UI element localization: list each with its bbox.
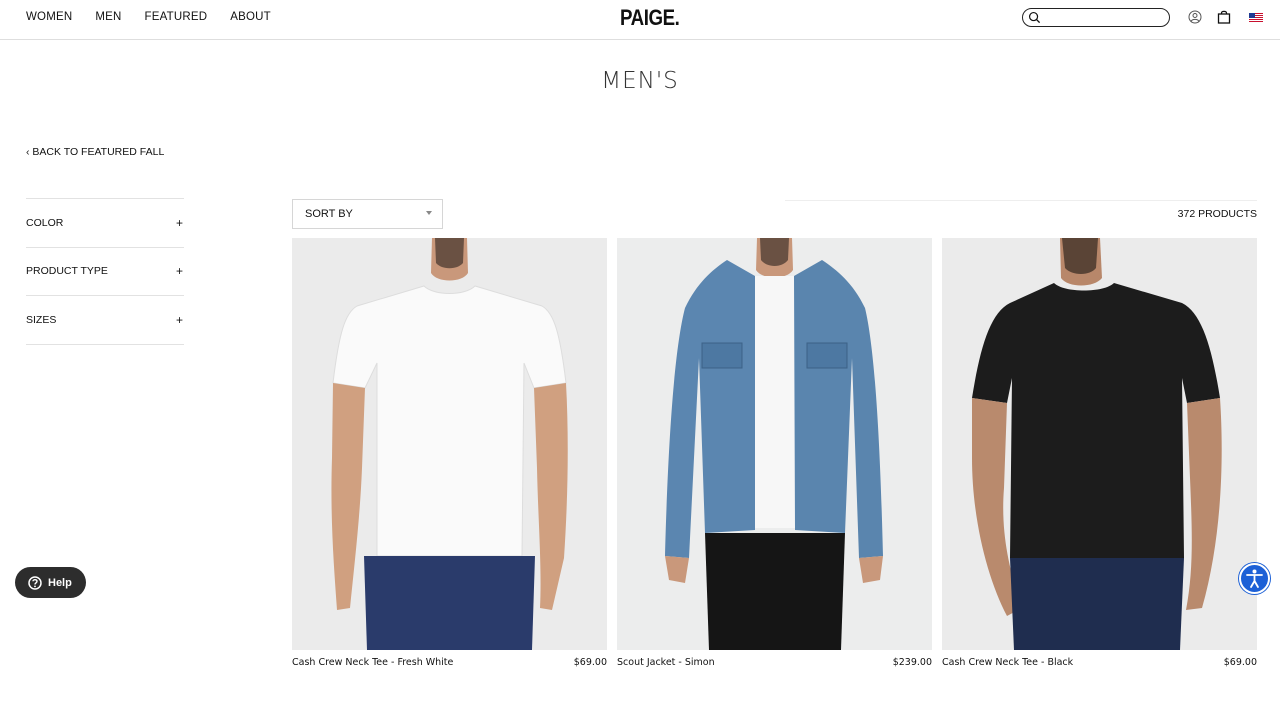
- product-card[interactable]: Scout Jacket - Simon $239.00: [617, 238, 932, 668]
- product-price: $239.00: [892, 657, 932, 668]
- product-name[interactable]: Cash Crew Neck Tee - Fresh White: [292, 657, 453, 668]
- accessibility-icon: [1246, 569, 1263, 588]
- search-input[interactable]: [1043, 10, 1163, 25]
- filter-label: COLOR: [26, 216, 64, 229]
- question-circle-icon: [28, 575, 42, 590]
- chevron-down-icon: [426, 211, 432, 215]
- divider: [785, 200, 1257, 201]
- product-count: 372 PRODUCTS: [1177, 208, 1257, 220]
- product-image[interactable]: [617, 238, 932, 650]
- nav-featured[interactable]: FEATURED: [145, 11, 208, 23]
- cart-icon[interactable]: [1217, 10, 1231, 24]
- accessibility-button[interactable]: [1239, 563, 1270, 594]
- help-label: Help: [48, 576, 72, 589]
- search-box[interactable]: [1022, 8, 1170, 27]
- site-header: WOMEN MEN FEATURED ABOUT PAIGE.: [0, 0, 1280, 40]
- nav-about[interactable]: ABOUT: [230, 11, 271, 23]
- us-flag-icon[interactable]: [1249, 13, 1263, 22]
- product-image[interactable]: [292, 238, 607, 650]
- filter-label: SIZES: [26, 313, 57, 326]
- product-name[interactable]: Scout Jacket - Simon: [617, 657, 715, 668]
- nav-women[interactable]: WOMEN: [26, 11, 72, 23]
- product-info: Scout Jacket - Simon $239.00: [617, 657, 932, 668]
- product-card[interactable]: Cash Crew Neck Tee - Black $69.00: [942, 238, 1257, 668]
- brand-logo[interactable]: PAIGE.: [620, 5, 680, 31]
- filter-label: PRODUCT TYPE: [26, 265, 108, 278]
- expand-plus-icon[interactable]: +: [176, 216, 183, 230]
- help-button[interactable]: Help: [15, 567, 86, 598]
- sort-label: SORT BY: [305, 208, 353, 220]
- account-icon[interactable]: [1188, 10, 1202, 24]
- filter-product-type[interactable]: PRODUCT TYPE +: [26, 248, 184, 296]
- product-info: Cash Crew Neck Tee - Black $69.00: [942, 657, 1257, 668]
- product-name[interactable]: Cash Crew Neck Tee - Black: [942, 657, 1073, 668]
- main-nav: WOMEN MEN FEATURED ABOUT: [26, 11, 294, 23]
- expand-plus-icon[interactable]: +: [176, 313, 183, 327]
- filter-sizes[interactable]: SIZES +: [26, 296, 184, 345]
- product-card[interactable]: Cash Crew Neck Tee - Fresh White $69.00: [292, 238, 607, 668]
- product-image[interactable]: [942, 238, 1257, 650]
- search-icon[interactable]: [1028, 11, 1041, 24]
- product-price: $69.00: [1223, 657, 1257, 668]
- filter-color[interactable]: COLOR +: [26, 199, 184, 248]
- product-price: $69.00: [573, 657, 607, 668]
- back-to-featured-link[interactable]: ‹ BACK TO FEATURED FALL: [26, 146, 164, 158]
- page-title: MEN'S: [601, 68, 679, 94]
- product-info: Cash Crew Neck Tee - Fresh White $69.00: [292, 657, 607, 668]
- sort-by-select[interactable]: SORT BY: [292, 199, 443, 229]
- nav-men[interactable]: MEN: [95, 11, 121, 23]
- filter-panel: COLOR + PRODUCT TYPE + SIZES +: [26, 198, 184, 345]
- expand-plus-icon[interactable]: +: [176, 264, 183, 278]
